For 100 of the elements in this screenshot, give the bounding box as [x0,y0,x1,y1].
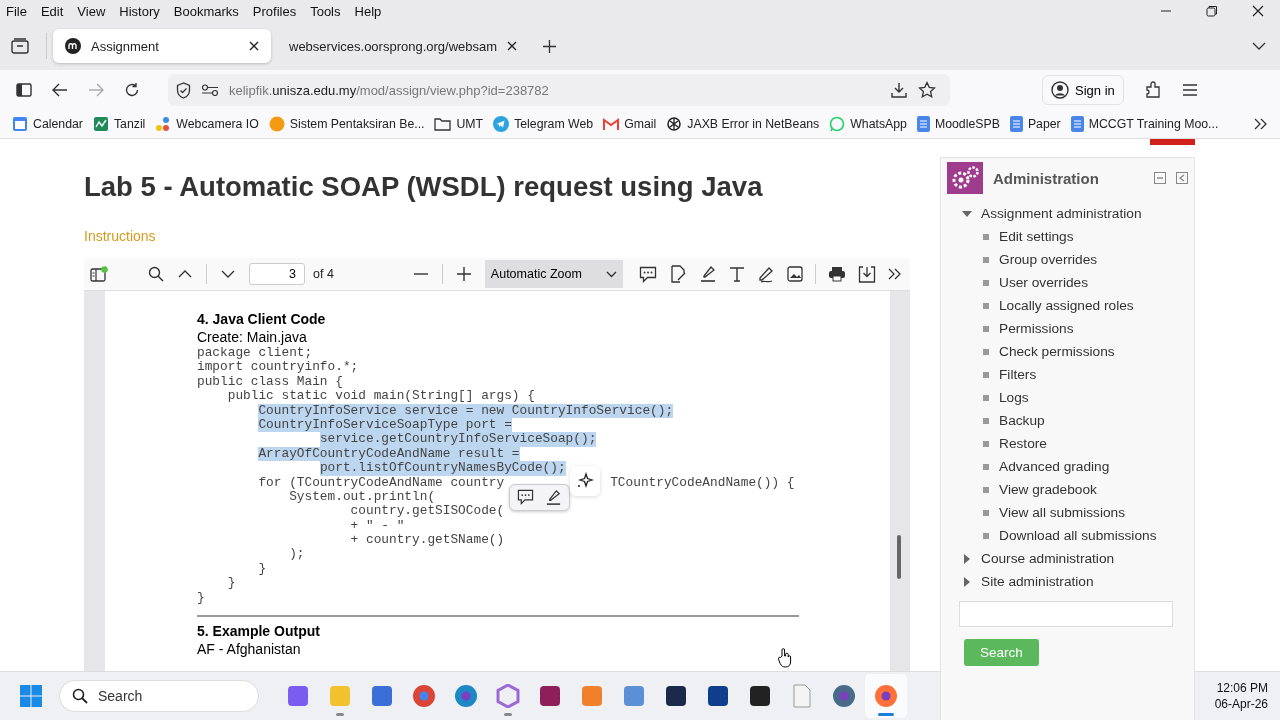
tree-item[interactable]: Restore [999,436,1047,451]
print-icon[interactable] [828,266,846,282]
comment-icon[interactable] [517,489,534,505]
tree-item[interactable]: Permissions [999,321,1074,336]
chevron-right-icon[interactable] [1254,118,1268,130]
wave-icon[interactable] [664,684,688,708]
note-icon[interactable] [748,684,772,708]
search-field[interactable] [959,601,1173,627]
bookmark[interactable]: Calendar [12,116,83,132]
tab-group-icon[interactable] [11,38,29,54]
bookmark[interactable]: Gmail [603,117,657,131]
sidebar-toggle-icon[interactable] [90,266,108,282]
copilot-icon[interactable] [286,684,310,708]
menu-item[interactable]: Help [354,3,382,19]
windows-start-icon[interactable] [20,685,42,707]
hexagon-icon[interactable] [496,684,520,708]
extensions-icon[interactable] [1143,81,1162,99]
tree-item[interactable]: Group overrides [999,252,1098,267]
collapse-icon[interactable] [1154,172,1166,184]
caret-right-icon[interactable] [962,553,972,564]
pen-icon[interactable] [757,265,775,283]
close-icon[interactable] [507,41,518,51]
tree-item[interactable]: Edit settings [999,229,1074,244]
page-number-field[interactable]: 3 [249,263,305,285]
caret-right-icon[interactable] [962,576,972,587]
tree-item[interactable]: Advanced grading [999,459,1110,474]
chevron-down-icon[interactable] [1252,42,1266,50]
highlight-icon[interactable] [699,265,717,283]
arrows-icon[interactable] [706,684,730,708]
bookmark[interactable]: Webcamera IO [155,116,259,132]
menu-item[interactable]: Edit [40,3,64,19]
zoom-dropdown[interactable]: Automatic Zoom [484,260,623,288]
search-icon[interactable] [148,266,164,282]
network-icon[interactable] [370,684,394,708]
menu-item[interactable]: Bookmarks [173,3,239,19]
bookmark[interactable]: Paper [1009,116,1061,132]
download-icon[interactable] [890,81,908,99]
taskbar-search-field[interactable]: Search [59,680,259,712]
permissions-icon[interactable] [201,84,219,96]
more-tools-icon[interactable] [888,268,902,280]
menu-item[interactable]: Profiles [252,3,297,19]
shield-icon[interactable] [176,81,191,99]
tree-item[interactable]: User overrides [999,275,1088,290]
tree-item[interactable]: Assignment administration [981,206,1142,221]
dock-icon[interactable] [1176,172,1188,184]
sphere-icon[interactable] [832,684,856,708]
tree-item[interactable]: Locally assigned roles [999,298,1134,313]
tree-item[interactable]: Site administration [981,574,1094,589]
menu-item[interactable]: History [119,3,160,19]
ai-button[interactable] [570,466,600,496]
sign-in-button[interactable]: Sign in [1042,75,1124,105]
browser-tab[interactable]: Assignment [53,29,271,63]
tree-item[interactable]: Course administration [981,551,1115,566]
close-icon[interactable] [1252,5,1264,17]
chrome-icon[interactable] [412,684,436,708]
address-bar[interactable]: kelipfik.unisza.edu.my/mod/assign/view.php?id=238782 [168,74,950,106]
bookmark[interactable]: Sistem Pentaksiran Be... [268,116,425,132]
new-tab-icon[interactable] [543,39,557,53]
signature-icon[interactable] [669,265,687,283]
tree-item[interactable]: Download all submissions [999,528,1157,543]
sidebar-icon[interactable] [16,83,32,97]
files-icon[interactable] [622,684,646,708]
tree-item[interactable]: Filters [999,367,1037,382]
save-icon[interactable] [858,265,876,283]
tree-item[interactable]: Check permissions [999,344,1115,359]
star-icon[interactable] [918,81,936,99]
comment-icon[interactable] [639,265,657,283]
bookmark[interactable]: UMT [434,117,484,131]
menu-item[interactable]: Tools [310,3,341,19]
chevron-up-icon[interactable] [178,270,192,278]
tree-item[interactable]: Logs [999,390,1029,405]
firefox-icon[interactable] [874,684,898,708]
zoom-in-icon[interactable] [456,267,471,281]
close-icon[interactable] [249,41,259,51]
menu-item[interactable]: View [77,3,106,19]
menu-item[interactable]: File [6,3,27,19]
video-icon[interactable] [538,684,562,708]
bookmark[interactable]: JAXB Error in NetBeans [666,116,820,132]
bookmark[interactable]: WhatsApp [829,116,907,132]
edge-icon[interactable] [454,684,478,708]
menu-icon[interactable] [1181,84,1198,96]
scrollbar-thumb[interactable] [897,535,901,579]
image-icon[interactable] [787,266,803,282]
bookmark[interactable]: MCCGT Training Moo... [1070,116,1219,132]
bookmark[interactable]: Tanzil [92,116,146,132]
clock-date[interactable]: 06-Apr-26 [1214,696,1268,712]
back-icon[interactable] [52,83,68,97]
text-icon[interactable] [729,266,745,282]
tree-item[interactable]: View all submissions [999,505,1126,520]
bookmark[interactable]: Telegram Web [493,116,594,132]
tree-item[interactable]: Backup [999,413,1045,428]
clock-time[interactable]: 12:06 PM [1216,680,1268,696]
restore-icon[interactable] [1206,5,1218,17]
bookmark[interactable]: MoodleSPB [916,116,1000,132]
browser-tab[interactable]: webservices.oorsprong.org/websam [277,29,530,63]
caret-down-icon[interactable] [962,208,972,219]
reload-icon[interactable] [124,82,140,98]
highlight-icon[interactable] [545,489,562,506]
tree-item[interactable]: View gradebook [999,482,1097,497]
chevron-down-icon[interactable] [221,270,235,278]
